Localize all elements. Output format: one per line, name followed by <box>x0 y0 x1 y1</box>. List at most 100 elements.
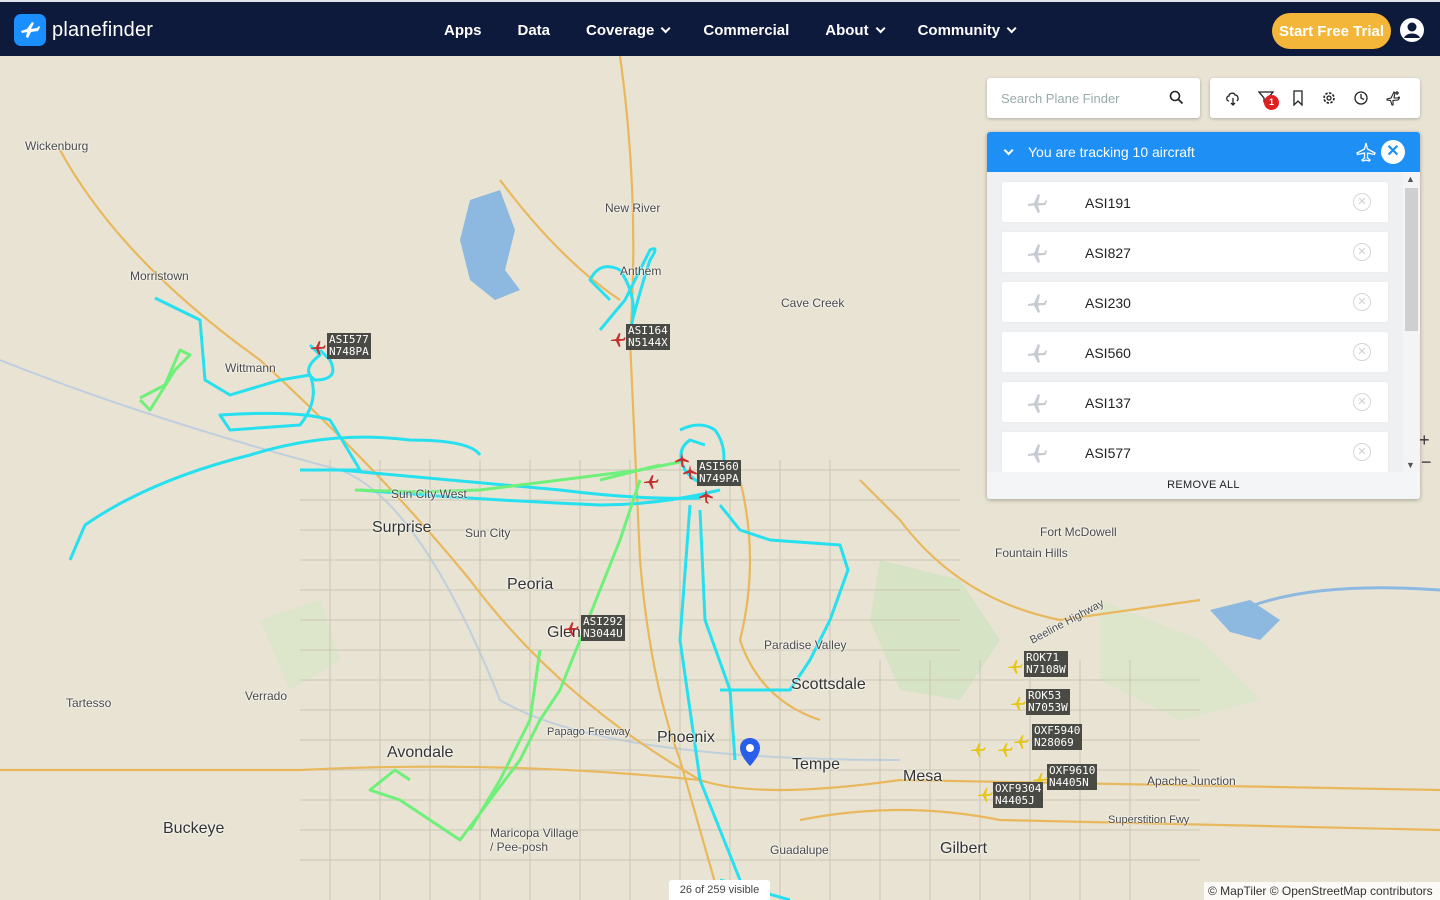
flight-label[interactable]: ASI292 N3044U <box>581 615 625 641</box>
tracking-title: You are tracking 10 aircraft <box>1028 144 1195 160</box>
tracked-aircraft-row[interactable]: ASI230 ✕ <box>1002 282 1388 322</box>
visible-count-badge: 26 of 259 visible <box>669 880 770 900</box>
nav-about[interactable]: About <box>825 22 886 39</box>
chevron-down-icon <box>875 22 886 33</box>
place-label: Fountain Hills <box>995 546 1068 560</box>
place-label: Anthem <box>620 264 662 278</box>
map-toolbar <box>1210 78 1420 118</box>
tracked-aircraft-row[interactable]: ASI137 ✕ <box>1002 382 1388 422</box>
plane-yellow-icon[interactable] <box>977 787 993 803</box>
remove-all-button[interactable]: REMOVE ALL <box>987 472 1420 499</box>
flight-label[interactable]: ROK53 N7053W <box>1026 689 1070 715</box>
list-scrollbar[interactable]: ▲ ▼ <box>1403 172 1420 472</box>
plane-yellow-icon[interactable] <box>970 742 986 758</box>
place-label: Cave Creek <box>781 296 845 310</box>
tracked-aircraft-row[interactable]: ASI827 ✕ <box>1002 232 1388 272</box>
add-plane-icon[interactable] <box>1385 90 1401 106</box>
plane-red-icon[interactable] <box>698 488 714 504</box>
nav-coverage[interactable]: Coverage <box>586 22 671 39</box>
remove-aircraft-button[interactable]: ✕ <box>1353 343 1371 361</box>
plane-red-icon[interactable] <box>682 464 698 480</box>
flight-label[interactable]: ASI164 N5144X <box>626 324 670 350</box>
nav-community[interactable]: Community <box>918 22 1017 39</box>
search-icon[interactable] <box>1169 90 1184 105</box>
place-label: Morristown <box>130 269 189 283</box>
chevron-down-icon[interactable] <box>1003 144 1014 155</box>
map-attribution[interactable]: © MapTiler © OpenStreetMap contributors <box>1204 882 1440 900</box>
flight-label[interactable]: OXF9610 N4405N <box>1047 764 1098 790</box>
plane-icon <box>1028 444 1047 463</box>
plane-red-icon[interactable] <box>610 332 626 348</box>
flight-label[interactable]: ROK71 N7108W <box>1024 651 1068 677</box>
place-label: Apache Junction <box>1147 774 1236 788</box>
aircraft-callsign: ASI560 <box>1085 345 1131 361</box>
start-free-trial-button[interactable]: Start Free Trial <box>1272 13 1391 49</box>
remove-aircraft-button[interactable]: ✕ <box>1353 443 1371 461</box>
flight-label[interactable]: OXF5940 N28069 <box>1032 724 1083 750</box>
plane-icon <box>1028 244 1047 263</box>
plane-red-icon[interactable] <box>310 340 326 356</box>
zoom-out-button[interactable]: − <box>1421 452 1432 473</box>
settings-icon[interactable] <box>1321 90 1337 106</box>
remove-aircraft-button[interactable]: ✕ <box>1353 243 1371 261</box>
top-nav-bar: planefinder Apps Data Coverage Commercia… <box>0 0 1440 56</box>
tracking-panel: You are tracking 10 aircraft ✕ ASI191 ✕ … <box>987 132 1420 499</box>
remove-aircraft-button[interactable]: ✕ <box>1353 293 1371 311</box>
tracking-panel-header[interactable]: You are tracking 10 aircraft ✕ <box>987 132 1420 172</box>
close-tracking-button[interactable]: ✕ <box>1381 140 1405 164</box>
remove-aircraft-button[interactable]: ✕ <box>1353 193 1371 211</box>
flight-label[interactable]: ASI577 N748PA <box>327 333 371 359</box>
place-label: Guadalupe <box>770 843 829 857</box>
search-box <box>987 78 1200 118</box>
aircraft-callsign: ASI191 <box>1085 195 1131 211</box>
tracked-aircraft-row[interactable]: ASI577 ✕ <box>1002 432 1388 472</box>
location-pin-icon[interactable] <box>739 737 761 767</box>
place-label: Maricopa Village / Pee-posh <box>490 826 579 854</box>
place-label: Verrado <box>245 689 288 703</box>
nav-apps[interactable]: Apps <box>444 22 482 39</box>
plane-icon <box>1028 394 1047 413</box>
search-input[interactable] <box>1001 90 1161 106</box>
aircraft-callsign: ASI230 <box>1085 295 1131 311</box>
place-label: Paradise Valley <box>764 638 847 652</box>
plane-yellow-icon[interactable] <box>1007 659 1023 675</box>
place-label: Wickenburg <box>25 139 89 153</box>
nav-data[interactable]: Data <box>518 22 551 39</box>
place-label: Phoenix <box>657 729 715 746</box>
plane-yellow-icon[interactable] <box>1010 696 1026 712</box>
flight-label[interactable]: OXF9304 N4405J <box>993 782 1044 808</box>
aircraft-callsign: ASI577 <box>1085 445 1131 461</box>
remove-aircraft-button[interactable]: ✕ <box>1353 393 1371 411</box>
place-label: Tempe <box>792 756 841 773</box>
tracked-aircraft-list: ASI191 ✕ ASI827 ✕ ASI230 ✕ ASI560 ✕ ASI1… <box>1002 182 1388 482</box>
weather-icon[interactable] <box>1225 90 1241 106</box>
user-account-icon[interactable] <box>1399 17 1425 43</box>
plane-yellow-icon[interactable] <box>1013 734 1029 750</box>
place-label: Scottsdale <box>791 676 866 693</box>
place-label: New River <box>605 201 661 215</box>
place-label: Buckeye <box>163 820 225 837</box>
plane-red-icon[interactable] <box>563 621 579 637</box>
place-label: Wittmann <box>225 361 276 375</box>
tracked-aircraft-row[interactable]: ASI560 ✕ <box>1002 332 1388 372</box>
place-label: Tartesso <box>66 696 112 710</box>
tracked-aircraft-row[interactable]: ASI191 ✕ <box>1002 182 1388 222</box>
bookmark-icon[interactable] <box>1290 90 1306 106</box>
flight-label[interactable]: ASI560 N749PA <box>697 460 741 486</box>
nav-commercial[interactable]: Commercial <box>703 22 789 39</box>
scroll-up-icon[interactable]: ▲ <box>1406 174 1415 184</box>
plane-yellow-icon[interactable] <box>997 742 1013 758</box>
chevron-down-icon <box>1006 22 1017 33</box>
brand-logo[interactable]: planefinder <box>14 14 153 46</box>
brand-name: planefinder <box>52 18 154 41</box>
road-label: Superstition Fwy <box>1108 814 1190 826</box>
scrollbar-thumb[interactable] <box>1405 188 1418 331</box>
scroll-down-icon[interactable]: ▼ <box>1406 460 1415 470</box>
plane-icon <box>1028 194 1047 213</box>
plane-red-icon[interactable] <box>643 474 659 490</box>
history-icon[interactable] <box>1353 90 1369 106</box>
plane-outline-icon <box>1356 142 1376 162</box>
plane-icon <box>1028 344 1047 363</box>
zoom-in-button[interactable]: + <box>1419 430 1430 451</box>
place-label: Gilbert <box>940 840 988 857</box>
